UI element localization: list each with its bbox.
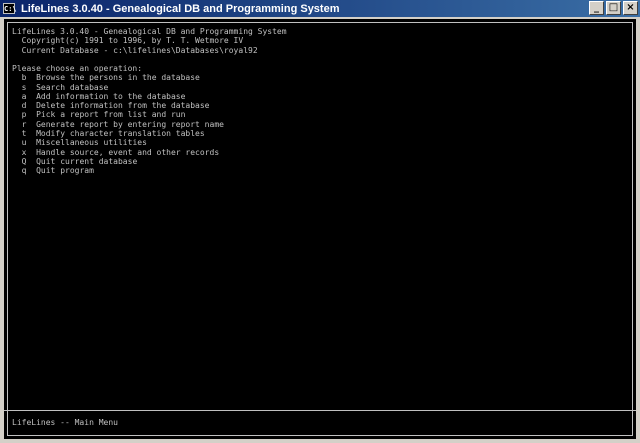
menu-label: Generate report by entering report name (36, 119, 224, 129)
menu-label: Add information to the database (36, 91, 186, 101)
console-app-icon[interactable]: C:\ (3, 3, 17, 14)
menu-label: Pick a report from list and run (36, 110, 186, 120)
menu-label: Browse the persons in the database (36, 73, 200, 83)
header-current-database: Current Database - c:\lifelines\Database… (12, 45, 258, 55)
close-button[interactable]: × (623, 1, 638, 15)
header-copyright: Copyright(c) 1991 to 1996, by T. T. Wetm… (12, 36, 244, 46)
menu-key: b (21, 73, 27, 83)
status-line: LifeLines -- Main Menu (12, 418, 118, 427)
main-menu: Please choose an operation: b Browse the… (12, 64, 224, 176)
menu-key: x (21, 147, 27, 157)
menu-key: t (21, 129, 27, 139)
menu-item-quit-database[interactable]: Q Quit current database (12, 157, 224, 166)
menu-key: u (21, 138, 27, 148)
menu-key: p (21, 110, 27, 120)
menu-label: Handle source, event and other records (36, 147, 220, 157)
window-controls: _ □ × (587, 1, 638, 15)
status-separator (4, 410, 636, 411)
window-title: LifeLines 3.0.40 - Genealogical DB and P… (21, 2, 340, 15)
menu-label: Quit program (36, 166, 94, 176)
title-bar[interactable]: C:\ LifeLines 3.0.40 - Genealogical DB a… (0, 0, 640, 17)
menu-item-delete[interactable]: d Delete information from the database (12, 101, 224, 110)
menu-key: q (21, 166, 27, 176)
menu-label: Search database (36, 82, 109, 92)
menu-item-translation-tables[interactable]: t Modify character translation tables (12, 129, 224, 138)
menu-key: Q (21, 156, 27, 166)
menu-key: s (21, 82, 27, 92)
menu-item-utilities[interactable]: u Miscellaneous utilities (12, 138, 224, 147)
console-screen[interactable]: LifeLines 3.0.40 - Genealogical DB and P… (4, 19, 636, 439)
menu-item-browse[interactable]: b Browse the persons in the database (12, 73, 224, 82)
menu-label: Quit current database (36, 156, 138, 166)
header-title: LifeLines 3.0.40 - Genealogical DB and P… (12, 27, 287, 36)
program-header: LifeLines 3.0.40 - Genealogical DB and P… (12, 27, 287, 55)
menu-item-records[interactable]: x Handle source, event and other records (12, 148, 224, 157)
minimize-button[interactable]: _ (589, 1, 604, 15)
menu-label: Miscellaneous utilities (36, 138, 147, 148)
menu-key: r (21, 119, 27, 129)
menu-item-pick-report[interactable]: p Pick a report from list and run (12, 110, 224, 119)
menu-key: d (21, 101, 27, 111)
menu-item-generate-report[interactable]: r Generate report by entering report nam… (12, 120, 224, 129)
menu-item-quit-program[interactable]: q Quit program (12, 166, 224, 175)
menu-key: a (21, 91, 27, 101)
menu-label: Delete information from the database (36, 101, 210, 111)
menu-item-search[interactable]: s Search database (12, 83, 224, 92)
maximize-button[interactable]: □ (606, 1, 621, 15)
menu-label: Modify character translation tables (36, 129, 205, 139)
menu-item-add[interactable]: a Add information to the database (12, 92, 224, 101)
menu-prompt: Please choose an operation: (12, 64, 143, 73)
